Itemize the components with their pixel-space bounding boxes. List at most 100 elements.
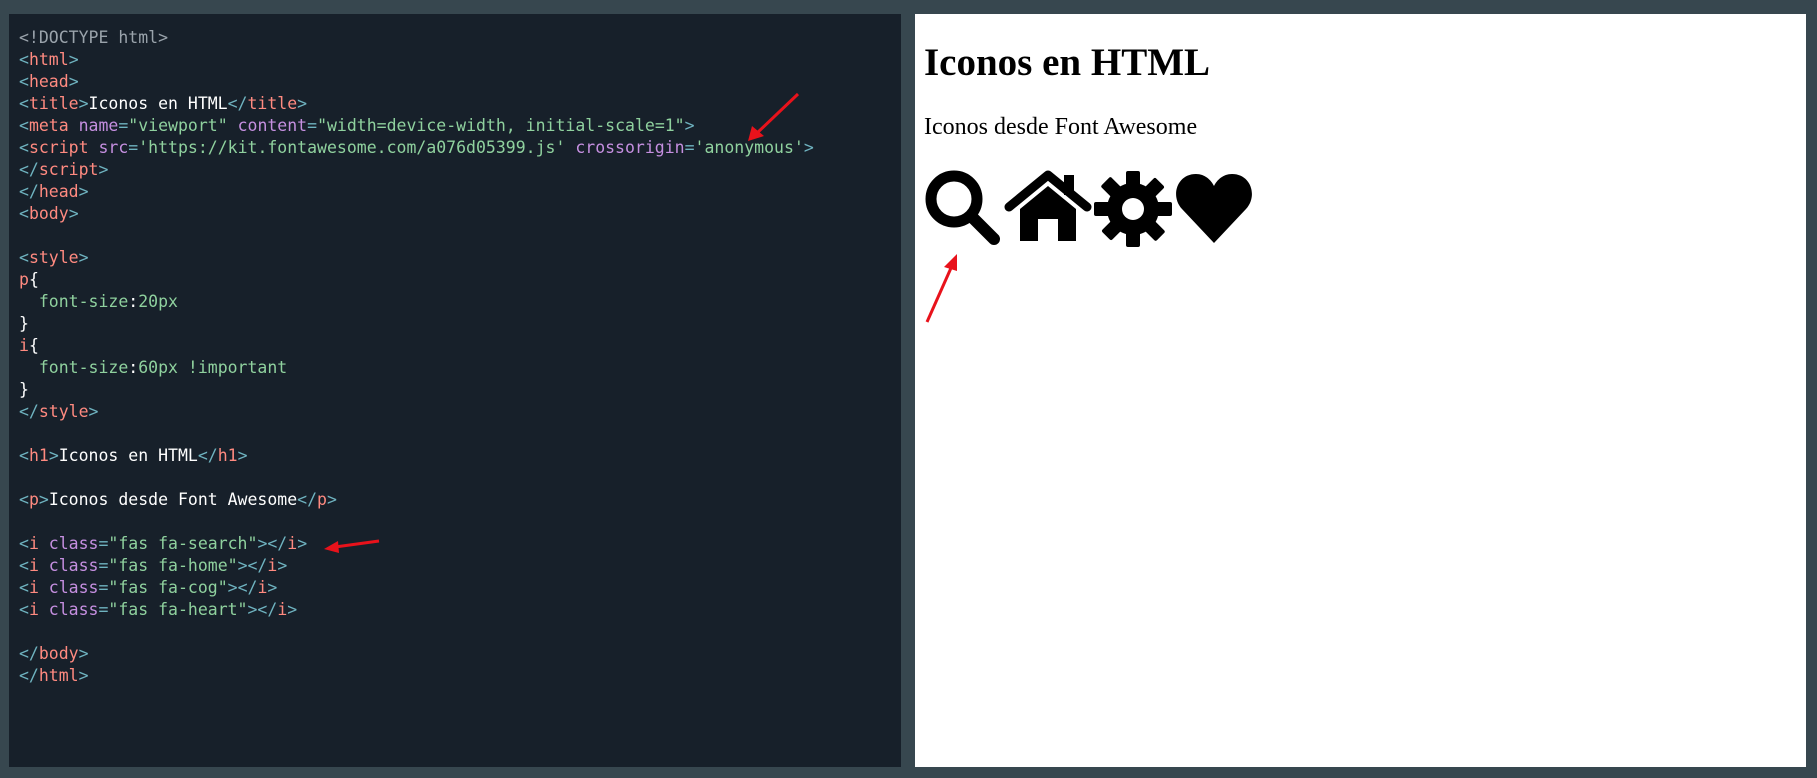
code-line[interactable]: <!DOCTYPE html>	[19, 27, 901, 49]
code-line[interactable]: <i class="fas fa-cog"></i>	[19, 577, 901, 599]
code-token: >	[237, 446, 248, 465]
code-token: class	[38, 556, 99, 575]
code-line[interactable]: </html>	[19, 665, 901, 687]
code-token: </	[19, 160, 39, 179]
code-line[interactable]: font-size:20px	[19, 291, 901, 313]
code-line[interactable]: <i class="fas fa-home"></i>	[19, 555, 901, 577]
code-line[interactable]	[19, 621, 901, 643]
code-token: >	[267, 578, 278, 597]
code-token: "fas fa-cog"	[108, 578, 228, 597]
code-line[interactable]: <p>Iconos desde Font Awesome</p>	[19, 489, 901, 511]
code-token: >	[803, 138, 814, 157]
code-line[interactable]: font-size:60px !important	[19, 357, 901, 379]
code-token: }	[19, 380, 29, 399]
code-token: ></	[247, 600, 278, 619]
code-token: i	[28, 600, 39, 619]
code-token: :	[128, 292, 139, 311]
code-token: >	[38, 490, 49, 509]
code-token: >	[98, 160, 109, 179]
preview-pane: Iconos en HTML Iconos desde Font Awesome	[915, 14, 1806, 767]
code-token: >	[78, 644, 89, 663]
code-token: <	[19, 490, 29, 509]
code-line[interactable]: <i class="fas fa-heart"></i>	[19, 599, 901, 621]
code-token: script	[38, 160, 99, 179]
code-line[interactable]: <meta name="viewport" content="width=dev…	[19, 115, 901, 137]
code-token: ></	[227, 578, 258, 597]
code-token: 'anonymous'	[694, 138, 804, 157]
code-line[interactable]: }	[19, 313, 901, 335]
code-token: script	[28, 138, 89, 157]
code-token: p	[28, 490, 39, 509]
code-token: 20px	[138, 292, 178, 311]
code-line[interactable]: </head>	[19, 181, 901, 203]
code-token: <	[19, 446, 29, 465]
code-token: content	[227, 116, 308, 135]
code-line[interactable]: <style>	[19, 247, 901, 269]
code-line[interactable]: <h1>Iconos en HTML</h1>	[19, 445, 901, 467]
code-line[interactable]	[19, 511, 901, 533]
code-line[interactable]: }	[19, 379, 901, 401]
code-token: "fas fa-search"	[108, 534, 258, 553]
code-token: <	[19, 204, 29, 223]
search-icon	[925, 170, 1000, 245]
code-token: {	[28, 336, 39, 355]
code-token: =	[98, 556, 109, 575]
code-token: i	[28, 578, 39, 597]
code-token: i	[19, 336, 29, 355]
code-token: >	[297, 534, 308, 553]
code-token: src	[88, 138, 129, 157]
code-token: Iconos en HTML	[58, 446, 198, 465]
code-line[interactable]: p{	[19, 269, 901, 291]
code-token: head	[28, 72, 69, 91]
code-token: i	[287, 534, 298, 553]
code-line[interactable]: </script>	[19, 159, 901, 181]
code-token: </	[297, 490, 318, 509]
code-token: "width=device-width, initial-scale=1"	[317, 116, 685, 135]
code-token: <	[19, 556, 29, 575]
code-line[interactable]: </style>	[19, 401, 901, 423]
code-token: <	[19, 116, 29, 135]
code-line[interactable]: <i class="fas fa-search"></i>	[19, 533, 901, 555]
code-line[interactable]: <head>	[19, 71, 901, 93]
code-token: =	[118, 116, 129, 135]
code-token: =	[307, 116, 318, 135]
code-token: crossorigin	[565, 138, 685, 157]
code-token: h1	[217, 446, 238, 465]
code-editor[interactable]: <!DOCTYPE html> <html> <head> <title>Iconos…	[9, 14, 901, 767]
code-token: ></	[257, 534, 288, 553]
code-token: Iconos en HTML	[88, 94, 228, 113]
code-token: >	[78, 666, 89, 685]
code-token: p	[19, 270, 29, 289]
code-line[interactable]: <html>	[19, 49, 901, 71]
home-icon	[1004, 170, 1092, 241]
code-token: </	[227, 94, 248, 113]
code-token: <	[19, 50, 29, 69]
code-token: >	[88, 402, 99, 421]
code-content[interactable]: <!DOCTYPE html> <html> <head> <title>Iconos…	[9, 14, 901, 687]
code-token: font-size	[19, 358, 129, 377]
code-token: </	[19, 402, 39, 421]
code-line[interactable]: <title>Iconos en HTML</title>	[19, 93, 901, 115]
code-token: "viewport"	[128, 116, 228, 135]
code-token: >	[68, 72, 79, 91]
code-token: <	[19, 138, 29, 157]
code-token: body	[38, 644, 79, 663]
code-line[interactable]: i{	[19, 335, 901, 357]
code-token: 60px !important	[138, 358, 288, 377]
code-line[interactable]	[19, 467, 901, 489]
code-token: style	[28, 248, 79, 267]
code-line[interactable]	[19, 423, 901, 445]
code-line[interactable]: <script src='https://kit.fontawesome.com…	[19, 137, 901, 159]
code-line[interactable]: <body>	[19, 203, 901, 225]
code-token: "fas fa-home"	[108, 556, 238, 575]
code-line[interactable]: </body>	[19, 643, 901, 665]
code-token: >	[78, 248, 89, 267]
code-line[interactable]	[19, 225, 901, 247]
code-token: >	[287, 600, 298, 619]
code-token: >	[684, 116, 695, 135]
code-token: }	[19, 314, 29, 333]
code-token: =	[98, 534, 109, 553]
code-token: :	[128, 358, 139, 377]
heart-icon	[1176, 174, 1252, 243]
code-token: head	[38, 182, 79, 201]
